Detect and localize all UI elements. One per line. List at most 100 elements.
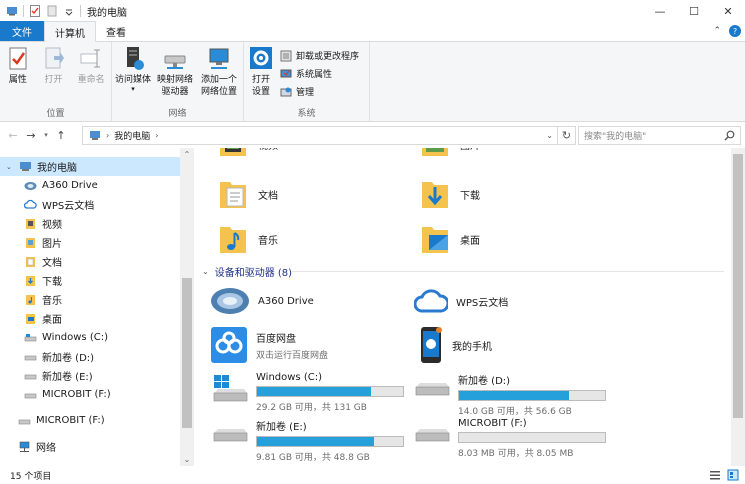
folder-documents[interactable]: 文档 [218, 178, 278, 210]
device-text: 百度网盘 双击运行百度网盘 [256, 330, 328, 361]
device-label: 我的手机 [452, 341, 492, 353]
forward-button[interactable]: → [22, 129, 40, 142]
scrollbar-thumb[interactable] [733, 154, 743, 418]
desktop-folder-icon [422, 227, 448, 253]
quick-access-toolbar [0, 0, 81, 22]
minimize-button[interactable]: — [643, 0, 677, 22]
device-wps[interactable]: WPS云文档 [414, 286, 508, 316]
status-bar: 15 个项目 [0, 466, 745, 484]
sidebar-item-desktop[interactable]: 桌面 [0, 309, 62, 328]
search-input[interactable]: 搜索"我的电脑" [578, 126, 741, 145]
windows-drive-icon [213, 375, 248, 402]
video-folder-icon [220, 148, 246, 156]
chevron-up-icon[interactable]: ⌃ [713, 26, 721, 36]
system-properties-button[interactable]: 系统属性 [280, 66, 359, 81]
window-title: 我的电脑 [87, 7, 127, 19]
uninstall-program-button[interactable]: 卸载或更改程序 [280, 48, 359, 63]
chevron-right-icon[interactable]: › [106, 131, 109, 140]
sidebar-item-label: MICROBIT (F:) [36, 415, 105, 426]
window-controls: — ☐ ✕ [643, 0, 745, 22]
sidebar-item-network[interactable]: 网络 [0, 437, 56, 456]
drive-usage-bar [256, 436, 404, 447]
video-folder-icon [26, 218, 35, 229]
chevron-up-icon[interactable]: ⌃ [180, 150, 194, 159]
refresh-button[interactable]: ↻ [558, 126, 576, 145]
folder-downloads[interactable]: 下载 [420, 178, 480, 210]
folder-videos[interactable]: 视频 [218, 148, 278, 158]
tab-computer[interactable]: 计算机 [44, 21, 96, 42]
sidebar-item-documents[interactable]: 文档 [0, 252, 62, 271]
system-properties-label: 系统属性 [296, 70, 333, 80]
properties-icon[interactable] [29, 5, 41, 17]
sidebar-item-downloads[interactable]: 下载 [0, 271, 62, 290]
sidebar-item-label: 下载 [42, 277, 62, 288]
manage-button[interactable]: 管理 [280, 84, 359, 99]
network-group: 访问媒体 ▾ 映射网络 驱动器 添加一个 网络位置 网络 [112, 42, 244, 122]
sidebar-item-label: 文档 [42, 258, 62, 269]
sidebar-item-wps[interactable]: WPS云文档 [0, 195, 94, 214]
folder-music[interactable]: 音乐 [218, 223, 278, 255]
drive-d[interactable]: 新加卷 (D:) 14.0 GB 可用，共 56.6 GB [414, 372, 606, 417]
back-button[interactable]: ← [4, 129, 22, 142]
sidebar-item-microbit[interactable]: MICROBIT (F:) [0, 411, 105, 430]
device-phone[interactable]: 我的手机 [418, 326, 492, 364]
ribbon-right-controls: ⌃ ? [713, 25, 741, 37]
close-button[interactable]: ✕ [711, 0, 745, 22]
drive-info: 新加卷 (D:) 14.0 GB 可用，共 56.6 GB [458, 372, 606, 417]
open-icon [45, 47, 64, 69]
navigation-bar: ← → ▾ ↑ › 我的电脑 › ⌄ ↻ 搜索"我的电脑" [0, 122, 745, 148]
device-label: 百度网盘 [256, 333, 296, 345]
devices-header-label: 设备和驱动器 (8) [214, 268, 293, 279]
up-button[interactable]: ↑ [52, 129, 70, 142]
maximize-button[interactable]: ☐ [677, 0, 711, 22]
folder-pictures[interactable]: 图片 [420, 148, 480, 158]
view-toggle [709, 469, 739, 481]
sidebar-item-drive-f[interactable]: MICROBIT (F:) [0, 385, 111, 404]
tiles-view-icon[interactable] [727, 469, 739, 481]
picture-folder-icon [26, 237, 35, 248]
sidebar-item-pictures[interactable]: 图片 [0, 233, 62, 252]
folder-desktop[interactable]: 桌面 [420, 223, 480, 255]
drive-usage-fill [459, 391, 569, 400]
system-group-label: 系统 [297, 109, 316, 119]
scrollbar-thumb[interactable] [182, 278, 192, 428]
details-view-icon[interactable] [709, 469, 721, 481]
chevron-right-icon[interactable]: › [155, 131, 158, 140]
chevron-down-icon[interactable] [63, 5, 75, 17]
sidebar-item-a360[interactable]: A360 Drive [0, 176, 98, 195]
sidebar-item-this-pc[interactable]: ⌄ 我的电脑 [0, 157, 180, 176]
devices-section-header[interactable]: ⌄ 设备和驱动器 (8) [202, 264, 292, 279]
tab-view[interactable]: 查看 [96, 21, 136, 41]
search-placeholder: 搜索"我的电脑" [584, 132, 647, 142]
sidebar-scrollbar[interactable]: ⌃ ⌄ [180, 148, 194, 466]
add-location-label-1: 添加一个 [200, 75, 237, 85]
chevron-down-icon[interactable]: ⌄ [202, 267, 209, 276]
system-properties-icon [280, 69, 292, 77]
drive-usage-bar [458, 432, 606, 443]
address-dropdown-icon[interactable]: ⌄ [546, 131, 553, 140]
new-folder-icon[interactable] [46, 5, 58, 17]
sidebar-item-videos[interactable]: 视频 [0, 214, 62, 233]
tab-file[interactable]: 文件 [0, 21, 44, 41]
address-bar[interactable]: › 我的电脑 › ⌄ [82, 126, 558, 145]
sidebar-item-label: 图片 [42, 239, 62, 250]
chevron-down-icon[interactable]: ⌄ [180, 455, 194, 464]
drive-f[interactable]: MICROBIT (F:) 8.03 MB 可用，共 8.05 MB [414, 418, 606, 459]
sidebar-item-drive-d[interactable]: 新加卷 (D:) [0, 347, 94, 366]
chevron-down-icon[interactable]: ⌄ [6, 163, 14, 171]
address-path[interactable]: 我的电脑 [114, 129, 150, 142]
content-scrollbar[interactable] [731, 148, 745, 466]
sidebar-item-label: A360 Drive [42, 180, 98, 191]
recent-locations-button[interactable]: ▾ [40, 131, 52, 139]
sidebar-item-music[interactable]: 音乐 [0, 290, 62, 309]
device-baidu[interactable]: 百度网盘 双击运行百度网盘 [210, 326, 328, 364]
baidu-netdisk-icon [211, 327, 247, 363]
drive-e[interactable]: 新加卷 (E:) 9.81 GB 可用，共 48.8 GB [212, 418, 404, 463]
help-icon[interactable]: ? [729, 25, 741, 37]
sidebar-item-drive-c[interactable]: Windows (C:) [0, 328, 108, 347]
sidebar-item-drive-e[interactable]: 新加卷 (E:) [0, 366, 93, 385]
drive-c[interactable]: Windows (C:) 29.2 GB 可用，共 131 GB [212, 372, 404, 413]
folder-label: 图片 [460, 148, 480, 152]
device-a360[interactable]: A360 Drive [210, 286, 314, 316]
drive-icon [415, 383, 450, 396]
